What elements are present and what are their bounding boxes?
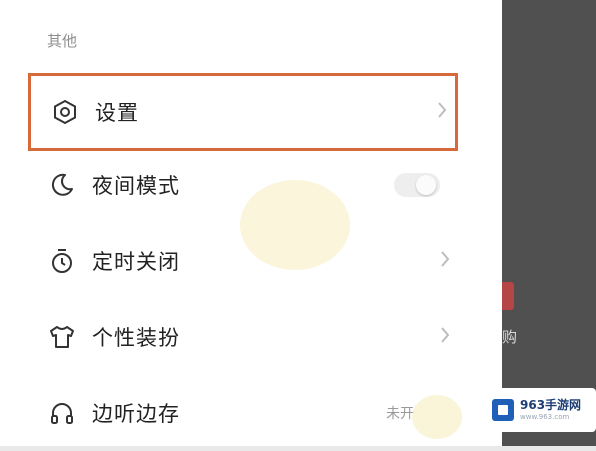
logo-sub: www.963.com (520, 412, 570, 421)
watermark-mascot (240, 180, 350, 270)
personalize-label: 个性装扮 (92, 326, 180, 350)
timer-icon (46, 245, 78, 277)
logo-text: 963手游网 (520, 398, 582, 413)
chevron-right-icon (440, 250, 450, 272)
background-accent-block (502, 282, 514, 310)
toggle-knob (416, 175, 436, 195)
tshirt-icon (46, 321, 78, 353)
logo-icon (492, 399, 514, 421)
settings-hexagon-icon (49, 96, 81, 128)
night-mode-label: 夜间模式 (92, 174, 180, 198)
background-edge-text: 购 (502, 328, 518, 346)
timer-close-label: 定时关闭 (92, 250, 180, 274)
moon-icon (46, 169, 78, 201)
watermark-logo: 963手游网 www.963.com (482, 388, 596, 432)
chevron-right-icon (437, 101, 447, 123)
listen-save-label: 边听边存 (92, 402, 180, 426)
settings-label: 设置 (95, 101, 139, 125)
chevron-right-icon (440, 326, 450, 348)
personalize-item[interactable]: 个性装扮 (28, 299, 458, 375)
headphones-icon (46, 397, 78, 429)
listen-save-item[interactable]: 边听边存 未开 (28, 375, 458, 451)
listen-save-status: 未开 (386, 406, 414, 422)
settings-item[interactable]: 设置 (28, 73, 458, 151)
watermark-mascot-small (412, 395, 462, 439)
section-title: 其他 (47, 32, 78, 50)
menu-panel: 其他 设置 夜间模式 定时关闭 个性装扮 边听边存 未开 (0, 0, 502, 446)
background-overlay[interactable]: 购 963手游网 www.963.com (482, 0, 596, 446)
night-mode-toggle[interactable] (394, 173, 440, 197)
